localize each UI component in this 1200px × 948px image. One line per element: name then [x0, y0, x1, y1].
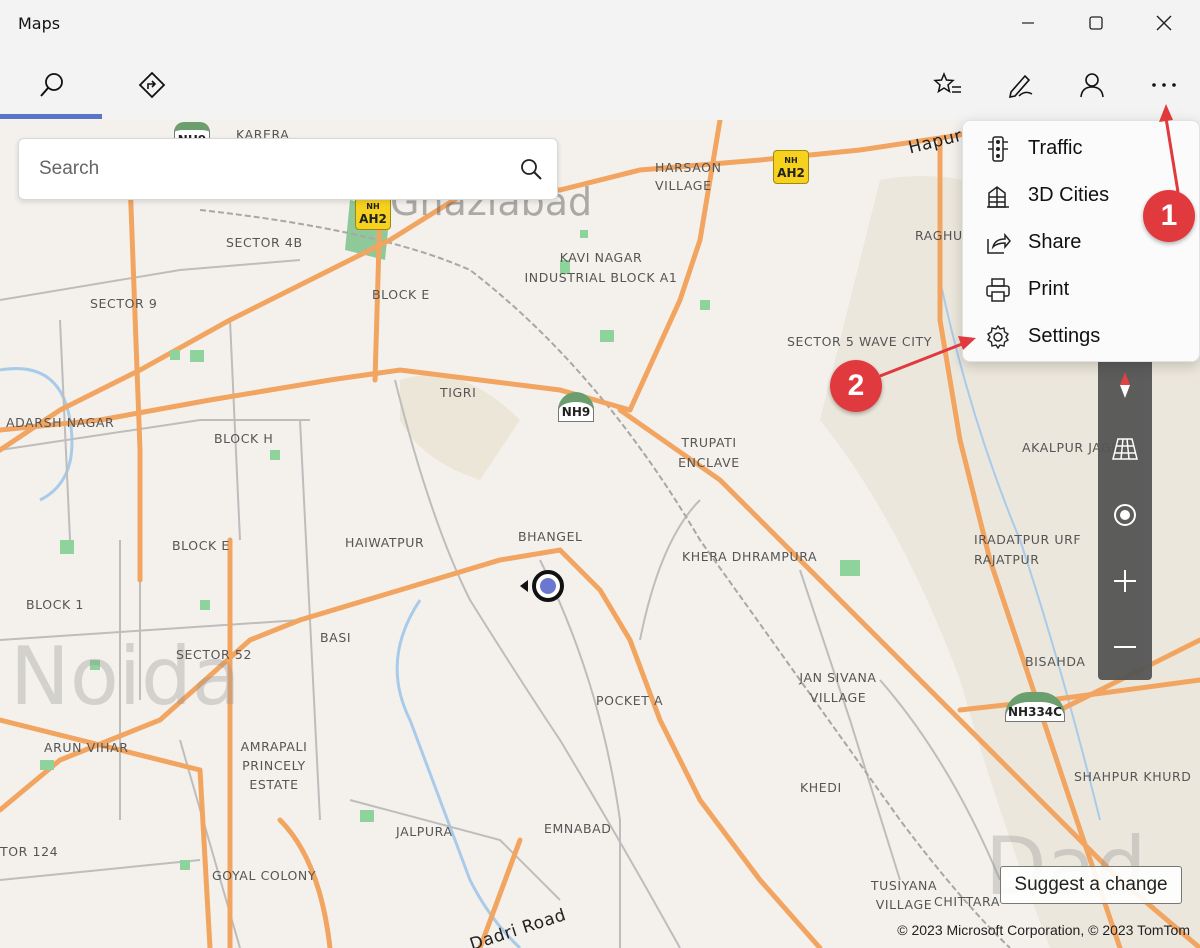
annotation-badge-1: 1	[1143, 190, 1195, 242]
annotation-arrows	[879, 104, 1180, 378]
suggest-change-button[interactable]: Suggest a change	[1000, 866, 1182, 904]
copyright-text: © 2023 Microsoft Corporation, © 2023 Tom…	[897, 922, 1190, 938]
annotation-badge-2: 2	[830, 360, 882, 412]
